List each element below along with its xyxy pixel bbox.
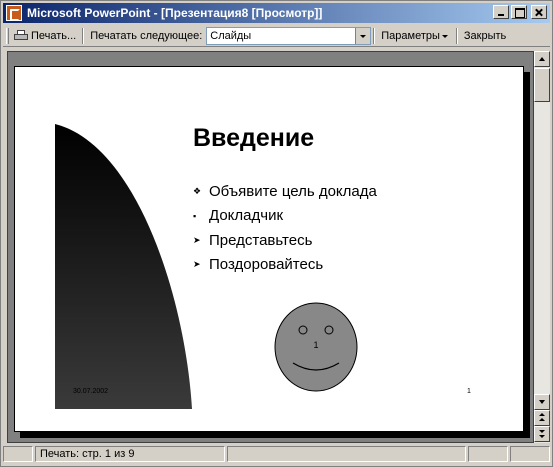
- chevron-down-icon: [440, 28, 450, 44]
- minimize-button[interactable]: [493, 5, 509, 19]
- status-pane: [3, 446, 33, 462]
- status-page-text: Печать: стр. 1 из 9: [35, 446, 225, 462]
- print-preview-toolbar: Печать... Печатать следующее: Слайды Пар…: [3, 25, 550, 47]
- bullet-text: Поздоровайтесь: [209, 256, 324, 274]
- print-what-select[interactable]: Слайды: [206, 26, 372, 45]
- app-window: Microsoft PowerPoint - [Презентация8 [Пр…: [0, 0, 553, 467]
- close-preview-button[interactable]: Закрыть: [460, 26, 510, 46]
- bullet-text: Объявите цель доклада: [209, 182, 377, 200]
- chevron-down-icon[interactable]: [355, 27, 371, 44]
- print-what-value: Слайды: [210, 29, 252, 42]
- powerpoint-app-icon[interactable]: [6, 5, 22, 21]
- bullet-arrow-icon: ➤: [193, 259, 201, 270]
- bullet-list: ❖ Объявите цель доклада ▪ Докладчик ➤ Пр…: [193, 179, 377, 277]
- bullet-arrow-icon: ➤: [193, 234, 201, 245]
- options-button-label: Параметры: [381, 29, 440, 42]
- maximize-button[interactable]: [511, 5, 527, 19]
- window-controls: [493, 5, 547, 19]
- slide-gradient-shape: [55, 124, 192, 409]
- scroll-up-button[interactable]: [534, 51, 550, 67]
- slide-title: Введение: [193, 124, 315, 152]
- title-bar[interactable]: Microsoft PowerPoint - [Презентация8 [Пр…: [3, 3, 550, 23]
- status-pane: [227, 446, 466, 462]
- smiley-label: 1: [313, 340, 318, 350]
- status-pane: [510, 446, 550, 462]
- next-page-button[interactable]: [534, 426, 550, 442]
- list-item: ➤ Поздоровайтесь: [193, 253, 377, 278]
- preview-area[interactable]: Введение ❖ Объявите цель доклада ▪ Докла…: [7, 51, 534, 443]
- slide-page: Введение ❖ Объявите цель доклада ▪ Докла…: [14, 66, 524, 432]
- status-pane: [468, 446, 508, 462]
- printer-icon: [13, 29, 29, 43]
- list-item: ❖ Объявите цель доклада: [193, 179, 377, 204]
- toolbar-separator: [455, 27, 458, 44]
- previous-page-button[interactable]: [534, 410, 550, 426]
- scroll-down-button[interactable]: [534, 394, 550, 410]
- bullet-diamond-icon: ❖: [193, 185, 202, 196]
- bullet-square-icon: ▪: [193, 210, 197, 221]
- print-what-label: Печатать следующее:: [90, 29, 203, 42]
- scroll-thumb[interactable]: [534, 68, 550, 102]
- toolbar-separator: [373, 27, 376, 44]
- print-button-label: Печать...: [31, 29, 77, 42]
- print-button[interactable]: Печать...: [9, 26, 80, 46]
- vertical-scrollbar[interactable]: [534, 51, 550, 443]
- window-title: Microsoft PowerPoint - [Презентация8 [Пр…: [27, 6, 323, 20]
- close-preview-label: Закрыть: [463, 29, 507, 42]
- slide-footer-page-number: 1: [467, 388, 471, 395]
- list-item: ▪ Докладчик: [193, 204, 377, 229]
- bullet-text: Представьтесь: [209, 231, 313, 249]
- slide-footer-date: 30.07.2002: [73, 388, 109, 395]
- close-window-button[interactable]: [531, 5, 547, 19]
- status-bar: Печать: стр. 1 из 9: [3, 445, 550, 463]
- bullet-text: Докладчик: [209, 207, 284, 225]
- smiley-face-shape: 1: [274, 302, 358, 392]
- list-item: ➤ Представьтесь: [193, 228, 377, 253]
- toolbar-separator: [82, 27, 85, 44]
- options-button[interactable]: Параметры: [377, 26, 454, 46]
